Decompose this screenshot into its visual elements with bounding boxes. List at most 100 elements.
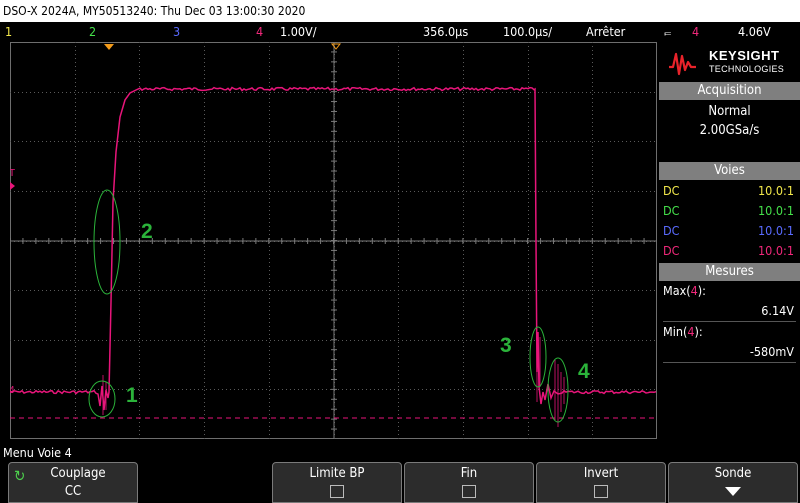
- channel-4-indicator[interactable]: 4: [256, 22, 263, 42]
- grid-dot: [170, 92, 171, 93]
- grid-dot: [463, 46, 464, 47]
- channel-3-indicator[interactable]: 3: [173, 22, 180, 42]
- grid-dot: [204, 430, 205, 431]
- grid-dot: [269, 230, 270, 231]
- grid-dot: [30, 92, 31, 93]
- grid-dot: [398, 274, 399, 275]
- grid-dot: [592, 366, 593, 367]
- channel-1-indicator[interactable]: 1: [5, 22, 12, 42]
- grid-dot: [528, 162, 529, 163]
- grid-dot: [466, 389, 467, 390]
- grid-dot: [198, 191, 199, 192]
- grid-dot: [650, 290, 651, 291]
- channel-2-indicator[interactable]: 2: [89, 22, 96, 42]
- grid-dot: [618, 92, 619, 93]
- grid-dot: [204, 118, 205, 119]
- grid-dot: [398, 178, 399, 179]
- grid-dot: [42, 290, 43, 291]
- grid-dot: [590, 141, 591, 142]
- grid-dot: [622, 92, 623, 93]
- grid-dot: [592, 438, 593, 439]
- grid-dot: [466, 340, 467, 341]
- grid-dot: [402, 389, 403, 390]
- grid-dot: [302, 92, 303, 93]
- grid-dot: [592, 350, 593, 351]
- grid-dot: [463, 114, 464, 115]
- invert-softkey[interactable]: Invert: [536, 462, 666, 503]
- grid-dot: [330, 340, 331, 341]
- grid-dot: [194, 290, 195, 291]
- grid-dot: [269, 146, 270, 147]
- grid-dot: [204, 62, 205, 63]
- grid-dot: [204, 262, 205, 263]
- grid-dot: [34, 191, 35, 192]
- grid-dot: [474, 340, 475, 341]
- grid-dot: [234, 141, 235, 142]
- sonde-softkey[interactable]: Sonde: [668, 462, 798, 503]
- grid-dot: [430, 290, 431, 291]
- grid-dot: [94, 340, 95, 341]
- grid-dot: [102, 340, 103, 341]
- grid-dot: [154, 389, 155, 390]
- grid-dot: [186, 389, 187, 390]
- grid-dot: [592, 62, 593, 63]
- grid-dot: [210, 92, 211, 93]
- grid-dot: [258, 340, 259, 341]
- grid-dot: [528, 438, 529, 439]
- grid-dot: [254, 141, 255, 142]
- grid-dot: [528, 86, 529, 87]
- grid-dot: [528, 378, 529, 379]
- grid-dot: [470, 92, 471, 93]
- fin-checkbox[interactable]: [462, 485, 476, 498]
- grid-dot: [592, 206, 593, 207]
- grid-dot: [204, 174, 205, 175]
- grid-dot: [590, 389, 591, 390]
- grid-dot: [139, 78, 140, 79]
- grid-dot: [602, 92, 603, 93]
- grid-dot: [186, 340, 187, 341]
- waveform-display[interactable]: 1 2 3 4 T 4: [10, 42, 657, 439]
- grid-dot: [463, 386, 464, 387]
- grid-dot: [214, 191, 215, 192]
- grid-dot: [528, 386, 529, 387]
- grid-dot: [266, 290, 267, 291]
- grid-dot: [269, 426, 270, 427]
- grid-dot: [463, 246, 464, 247]
- grid-dot: [58, 141, 59, 142]
- grid-dot: [350, 290, 351, 291]
- grid-dot: [463, 222, 464, 223]
- grid-dot: [570, 290, 571, 291]
- limite-bp-checkbox[interactable]: [330, 485, 344, 498]
- grid-dot: [592, 426, 593, 427]
- grid-dot: [269, 110, 270, 111]
- grid-dot: [230, 141, 231, 142]
- grid-dot: [550, 340, 551, 341]
- grid-dot: [269, 402, 270, 403]
- grid-dot: [269, 162, 270, 163]
- grid-dot: [38, 340, 39, 341]
- grid-dot: [466, 141, 467, 142]
- grid-dot: [463, 190, 464, 191]
- grid-dot: [458, 340, 459, 341]
- limite-bp-softkey[interactable]: Limite BP: [272, 462, 402, 503]
- fin-softkey[interactable]: Fin: [404, 462, 534, 503]
- couplage-softkey[interactable]: ↻ Couplage CC: [8, 462, 138, 503]
- grid-dot: [542, 340, 543, 341]
- grid-dot: [242, 92, 243, 93]
- grid-dot: [398, 270, 399, 271]
- grid-dot: [398, 390, 399, 391]
- grid-dot: [278, 340, 279, 341]
- invert-checkbox[interactable]: [594, 485, 608, 498]
- grid-dot: [75, 370, 76, 371]
- grid-dot: [463, 254, 464, 255]
- grid-dot: [398, 62, 399, 63]
- grid-dot: [139, 294, 140, 295]
- grid-dot: [398, 278, 399, 279]
- grid-dot: [463, 178, 464, 179]
- grid-dot: [75, 142, 76, 143]
- grid-dot: [378, 290, 379, 291]
- grid-dot: [194, 389, 195, 390]
- grid-dot: [528, 354, 529, 355]
- grid-dot: [269, 98, 270, 99]
- grid-dot: [592, 162, 593, 163]
